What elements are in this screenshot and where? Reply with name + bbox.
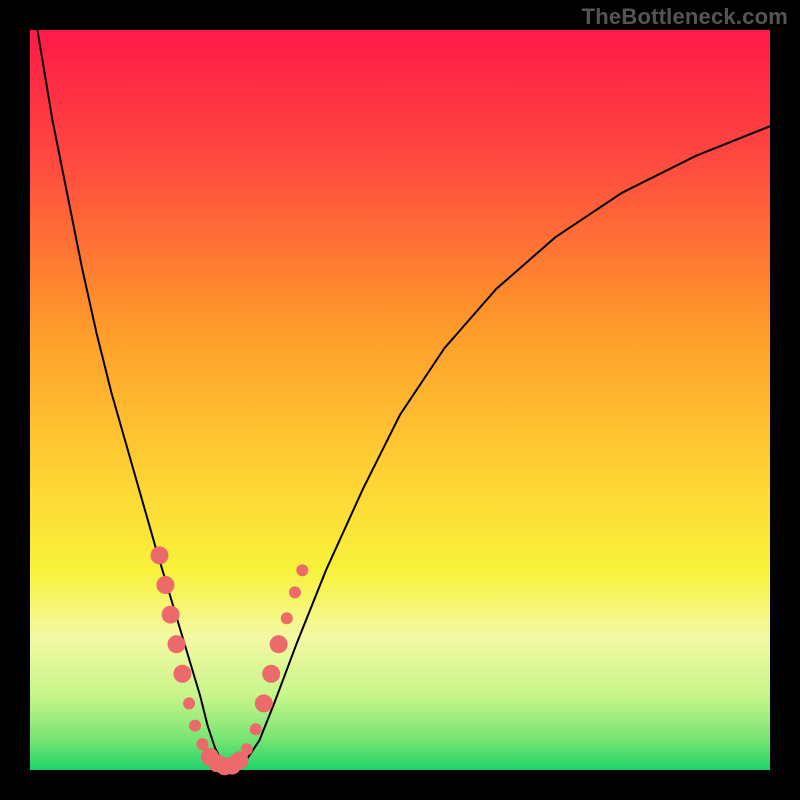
plot-background (30, 30, 770, 770)
marker-point (255, 694, 273, 712)
marker-point (151, 546, 169, 564)
bottleneck-chart (0, 0, 800, 800)
marker-point (168, 635, 186, 653)
marker-point (270, 635, 288, 653)
marker-point (183, 697, 195, 709)
chart-frame: TheBottleneck.com (0, 0, 800, 800)
marker-point (156, 576, 174, 594)
marker-point (289, 586, 301, 598)
marker-point (281, 612, 293, 624)
marker-point (250, 723, 262, 735)
watermark-label: TheBottleneck.com (582, 4, 788, 30)
marker-point (262, 665, 280, 683)
marker-point (173, 665, 191, 683)
marker-point (162, 606, 180, 624)
marker-point (296, 564, 308, 576)
marker-point (189, 720, 201, 732)
marker-point (241, 743, 253, 755)
